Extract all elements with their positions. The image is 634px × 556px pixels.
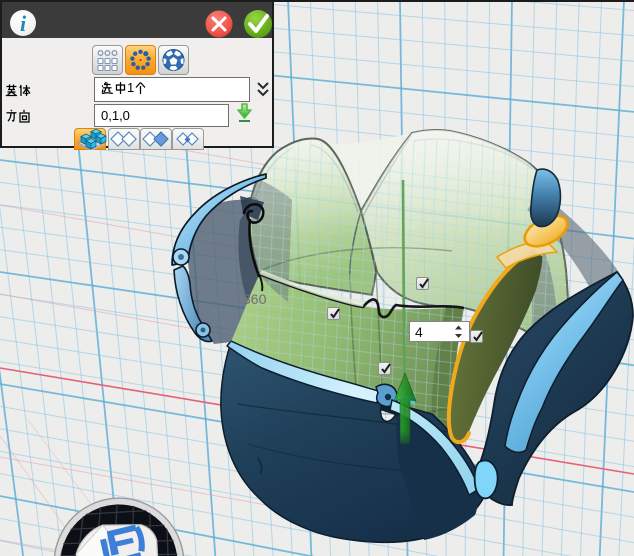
svg-text:i: i — [20, 11, 27, 36]
